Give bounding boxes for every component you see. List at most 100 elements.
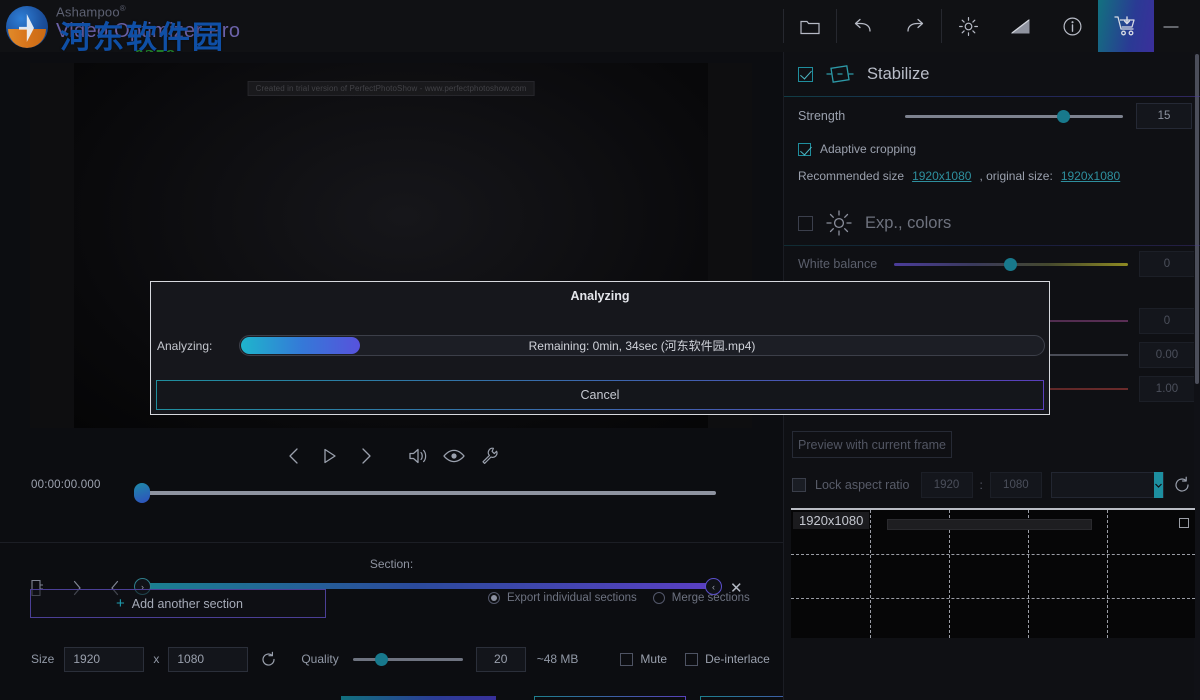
checkbox-box	[620, 653, 633, 666]
analyzing-dialog: Analyzing Analyzing: Remaining: 0min, 34…	[150, 281, 1050, 415]
mute-checkbox[interactable]: Mute	[620, 652, 667, 666]
progress-status-text: Remaining: 0min, 34sec (河东软件园.mp4)	[240, 336, 1044, 355]
checkbox-box	[685, 653, 698, 666]
quality-slider-thumb[interactable]	[375, 653, 388, 666]
adaptive-cropping-row[interactable]: Adaptive cropping	[784, 135, 1200, 163]
stabilize-frame-icon	[825, 61, 855, 87]
minimize-button[interactable]: —	[1154, 0, 1188, 52]
output-settings-row: Size 1920 x 1080 Quality 20 ~48 MB Mute …	[0, 644, 783, 674]
radio-merge-sections[interactable]: Merge sections	[653, 592, 750, 604]
exposure-value-2[interactable]: 0	[1139, 308, 1195, 334]
plus-icon: +	[116, 596, 125, 611]
strength-value-input[interactable]: 15	[1136, 103, 1192, 129]
recommended-size-link[interactable]: 1920x1080	[912, 169, 971, 183]
app-logo	[6, 6, 48, 48]
exposure-enable-checkbox[interactable]	[798, 216, 813, 231]
action-bar: Export selection Export preview (3 sec.)…	[0, 682, 783, 700]
exposure-value-4[interactable]: 1.00	[1139, 376, 1195, 402]
stabilize-enable-checkbox[interactable]	[798, 67, 813, 82]
size-x-label: x	[153, 652, 159, 666]
undo-icon[interactable]	[837, 0, 889, 52]
section-timeline: › ‹ ✕ + Add another section Export indiv…	[0, 577, 783, 617]
current-timecode: 00:00:00.000	[31, 479, 101, 491]
progress-bar: Remaining: 0min, 34sec (河东软件园.mp4)	[239, 335, 1045, 356]
strength-row: Strength 15	[784, 97, 1200, 135]
timeline-track[interactable]	[148, 491, 716, 495]
settings-gear-icon[interactable]	[942, 0, 994, 52]
stabilize-section-header[interactable]: Stabilize	[784, 52, 1200, 96]
crop-size-badge: 1920x1080	[793, 512, 869, 529]
add-section-label: Add another section	[132, 597, 243, 611]
maximize-button[interactable]: □	[1188, 0, 1200, 52]
next-frame-button[interactable]	[349, 439, 383, 473]
grid-line-vertical	[870, 510, 871, 638]
open-folder-icon[interactable]	[784, 0, 836, 52]
white-balance-slider-thumb[interactable]	[1004, 258, 1017, 271]
exposure-title: Exp., colors	[865, 214, 951, 233]
dialog-body: Analyzing: Remaining: 0min, 34sec (河东软件园…	[151, 310, 1049, 380]
crop-handle-top-right[interactable]	[1179, 518, 1189, 528]
crop-preview[interactable]: 1920x1080	[791, 508, 1195, 638]
white-balance-label: White balance	[798, 257, 900, 271]
strength-label: Strength	[798, 109, 900, 123]
cancel-button[interactable]: Cancel	[156, 380, 1044, 410]
aspect-height-input[interactable]: 1080	[990, 472, 1042, 498]
shopping-cart-download-icon[interactable]	[1098, 0, 1154, 52]
radio-export-individual-sections[interactable]: Export individual sections	[488, 592, 637, 604]
radio-dot	[488, 592, 500, 604]
play-button[interactable]	[313, 439, 347, 473]
exposure-value-3[interactable]: 0.00	[1139, 342, 1195, 368]
playhead-timeline: 00:00:00.000	[0, 472, 783, 508]
video-trial-watermark: Created in trial version of PerfectPhoto…	[248, 81, 535, 96]
quality-slider[interactable]	[353, 658, 463, 661]
export-selection-button[interactable]: Export selection	[341, 696, 496, 700]
tools-wrench-icon[interactable]	[473, 439, 507, 473]
output-height-input[interactable]: 1080	[168, 647, 248, 672]
mute-label: Mute	[640, 652, 667, 666]
export-preview-3sec-button[interactable]: Export preview (3 sec.)	[534, 696, 686, 700]
redo-icon[interactable]	[889, 0, 941, 52]
white-balance-value-input[interactable]: 0	[1139, 251, 1195, 277]
preview-eye-icon[interactable]	[437, 439, 471, 473]
aspect-width-input[interactable]: 1920	[921, 472, 973, 498]
adaptive-cropping-checkbox[interactable]	[798, 143, 811, 156]
white-balance-slider[interactable]	[894, 263, 1128, 266]
info-icon[interactable]	[1046, 0, 1098, 52]
original-size-link[interactable]: 1920x1080	[1061, 169, 1120, 183]
radio-dot	[653, 592, 665, 604]
grid-line-vertical	[1107, 510, 1108, 638]
exposure-section-header[interactable]: Exp., colors	[784, 201, 1200, 245]
divider	[0, 542, 783, 543]
size-label: Size	[31, 652, 54, 666]
dialog-title: Analyzing	[151, 282, 1049, 310]
deinterlace-checkbox[interactable]: De-interlace	[685, 652, 770, 666]
panel-scrollbar-thumb[interactable]	[1195, 54, 1199, 384]
reset-arrow-icon[interactable]	[1173, 476, 1191, 494]
white-balance-row: White balance 0	[784, 246, 1200, 282]
strength-slider[interactable]	[905, 115, 1123, 118]
estimated-size-label: ~48 MB	[537, 652, 579, 666]
aspect-separator: :	[980, 478, 983, 492]
sun-brightness-icon	[825, 209, 853, 237]
aspect-preset-dropdown[interactable]	[1051, 472, 1164, 498]
grid-line-horizontal	[791, 598, 1195, 599]
chevron-down-icon[interactable]	[1154, 472, 1163, 498]
adaptive-cropping-label: Adaptive cropping	[820, 142, 916, 156]
lock-aspect-label: Lock aspect ratio	[815, 478, 910, 492]
strength-slider-thumb[interactable]	[1057, 110, 1070, 123]
volume-icon[interactable]	[401, 439, 435, 473]
recommended-size-row: Recommended size 1920x1080 , original si…	[784, 163, 1200, 189]
preview-with-current-frame-button[interactable]: Preview with current frame	[792, 431, 952, 458]
ashampoo-video-optimizer-window: Ashampoo® Video Optimizer Pro 河东软件园 www.…	[0, 0, 1200, 700]
contrast-icon[interactable]	[994, 0, 1046, 52]
section-heading: Section:	[0, 557, 783, 571]
output-width-input[interactable]: 1920	[64, 647, 144, 672]
lock-aspect-checkbox[interactable]	[792, 478, 806, 492]
add-another-section-button[interactable]: + Add another section	[30, 589, 326, 618]
previous-frame-button[interactable]	[277, 439, 311, 473]
deinterlace-label: De-interlace	[705, 652, 770, 666]
section-export-mode-group: Export individual sections Merge section…	[488, 592, 750, 604]
playhead-thumb[interactable]	[134, 483, 150, 503]
quality-value-input[interactable]: 20	[476, 647, 526, 672]
reset-arrow-icon[interactable]	[260, 651, 277, 668]
